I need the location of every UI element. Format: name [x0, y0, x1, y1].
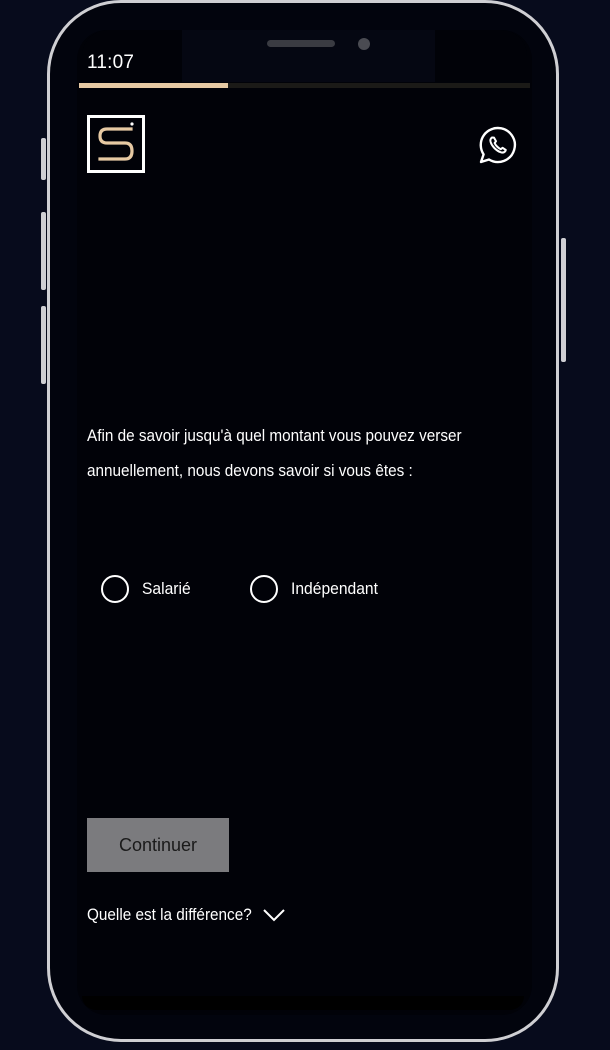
question-text: Afin de savoir jusqu'à quel montant vous…	[87, 426, 462, 480]
whatsapp-icon[interactable]	[478, 125, 518, 165]
progress-bar	[79, 83, 530, 88]
progress-fill	[79, 83, 228, 88]
phone-volume-up-button	[41, 212, 46, 290]
s-logo-icon[interactable]	[87, 115, 145, 173]
front-camera	[358, 38, 370, 50]
option-label: Indépendant	[291, 579, 378, 598]
radio-circle-icon[interactable]	[250, 575, 278, 603]
phone-volume-down-button	[41, 306, 46, 384]
difference-toggle[interactable]: Quelle est la différence?	[87, 905, 286, 925]
speaker-grille	[267, 40, 335, 47]
phone-power-button	[561, 238, 566, 362]
option-label: Salarié	[142, 579, 191, 598]
difference-label: Quelle est la différence?	[87, 905, 252, 924]
home-indicator-area	[82, 996, 524, 1010]
option-independant[interactable]: Indépendant	[250, 575, 386, 603]
status-time: 11:07	[87, 52, 135, 73]
chevron-down-icon	[263, 909, 285, 922]
option-salarie[interactable]: Salarié	[101, 575, 195, 603]
radio-circle-icon[interactable]	[101, 575, 129, 603]
phone-side-button	[41, 138, 46, 180]
status-bar	[82, 30, 527, 82]
continue-button[interactable]: Continuer	[87, 818, 229, 872]
